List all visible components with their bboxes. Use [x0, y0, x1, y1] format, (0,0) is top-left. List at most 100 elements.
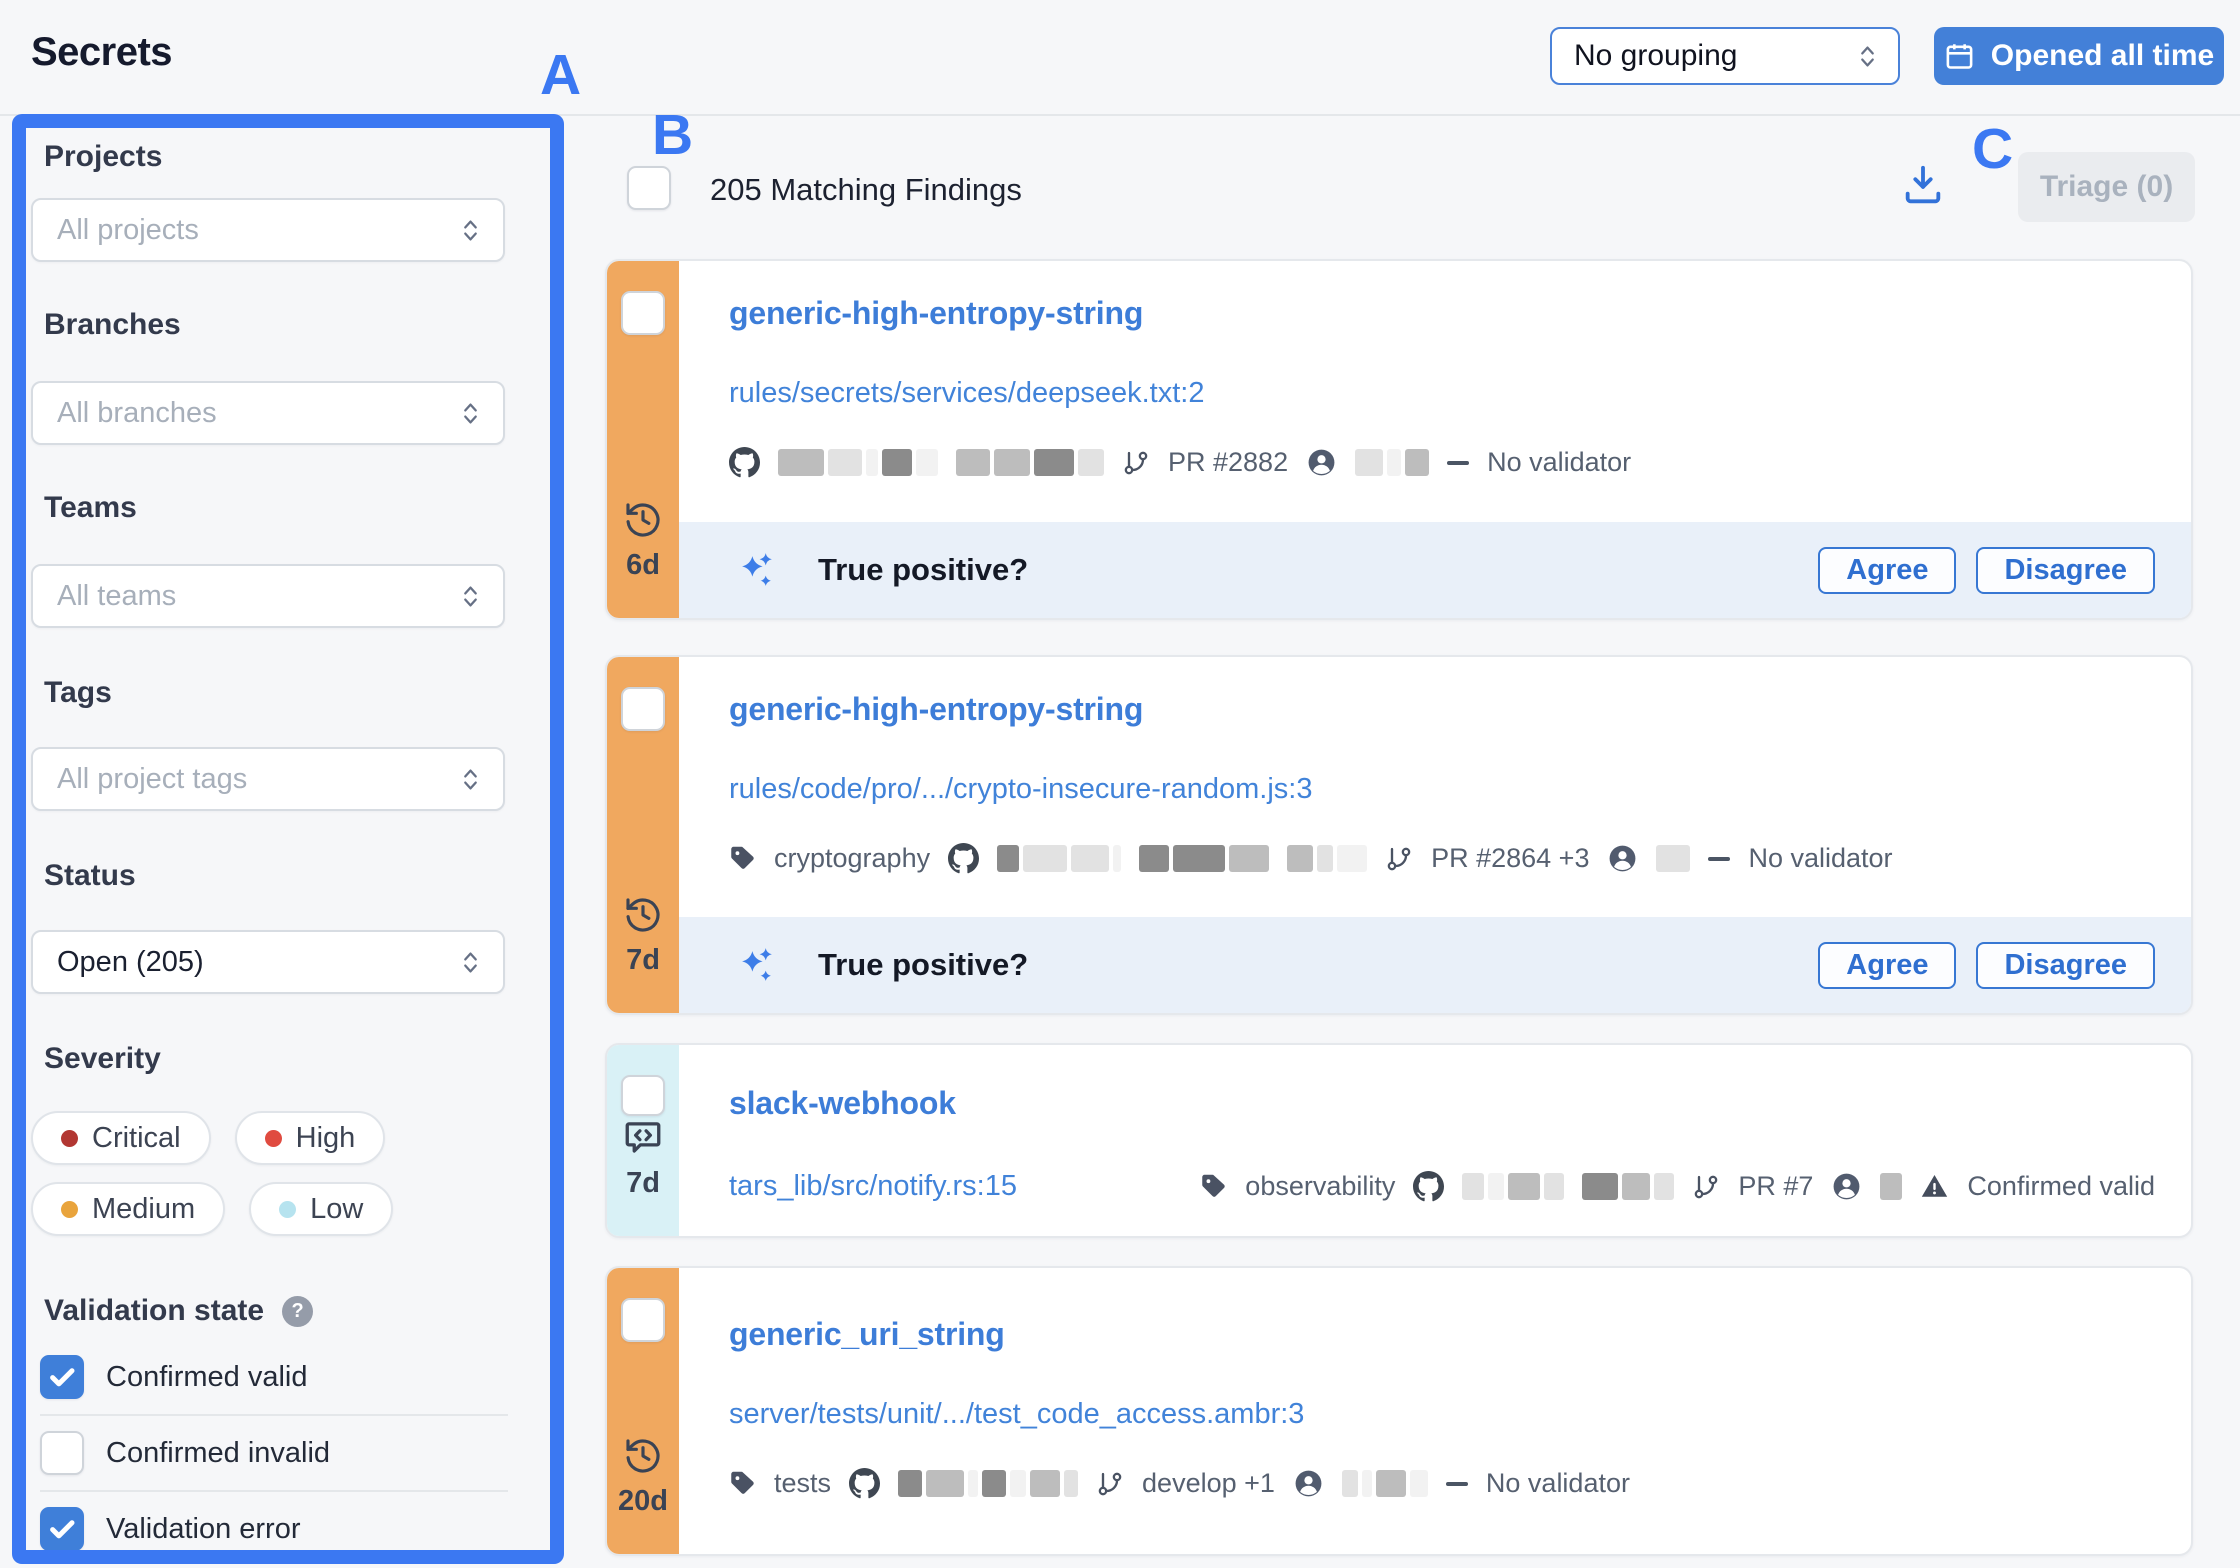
matching-findings-count: 205 Matching Findings	[710, 172, 1022, 208]
checkbox-validation-error[interactable]	[40, 1507, 84, 1551]
branch-icon	[1096, 1470, 1124, 1498]
path-and-meta-row: tars_lib/src/notify.rs:15 observabilityPR…	[729, 1170, 2155, 1203]
filter-select-status[interactable]: Open (205)	[31, 930, 505, 994]
finding-file-path-link[interactable]: rules/code/pro/.../crypto-insecure-rando…	[729, 773, 2155, 806]
filter-label-projects: Projects	[44, 140, 162, 174]
severity-pill-label: Medium	[92, 1193, 195, 1226]
opened-all-time-label: Opened all time	[1991, 39, 2214, 73]
true-positive-banner: True positive? Agree Disagree	[679, 522, 2191, 618]
severity-pill-row: Medium Low	[31, 1182, 393, 1236]
finding-title-link[interactable]: slack-webhook	[729, 1085, 2155, 1122]
filter-select-value: All projects	[57, 214, 199, 247]
filter-label-teams: Teams	[44, 491, 137, 525]
severity-pill-low[interactable]: Low	[249, 1182, 393, 1236]
finding-file-path-link[interactable]: rules/secrets/services/deepseek.txt:2	[729, 377, 2155, 410]
download-icon[interactable]	[1900, 162, 1946, 208]
finding-title-link[interactable]: generic-high-entropy-string	[729, 295, 2155, 332]
tag-icon	[729, 1470, 756, 1497]
severity-accent-bar: 7d	[607, 657, 679, 1013]
disagree-button[interactable]: Disagree	[1976, 547, 2155, 594]
tag-icon	[1200, 1173, 1227, 1200]
grouping-select[interactable]: No grouping	[1550, 27, 1900, 85]
redacted-text	[1880, 1173, 1902, 1200]
chevron-updown-icon	[1859, 44, 1876, 69]
finding-title-link[interactable]: generic_uri_string	[729, 1316, 2155, 1353]
redacted-text	[997, 845, 1121, 872]
finding-checkbox[interactable]	[621, 1075, 665, 1116]
severity-dot-high	[265, 1130, 282, 1147]
filter-select-tags[interactable]: All project tags	[31, 747, 505, 811]
findings-list: 6d generic-high-entropy-string rules/secre…	[605, 259, 2193, 1556]
finding-meta-row: testsdevelop +1No validator	[729, 1468, 2155, 1499]
finding-checkbox[interactable]	[621, 1298, 665, 1342]
validation-row-validation-error: Validation error	[40, 1490, 508, 1566]
filter-select-teams[interactable]: All teams	[31, 564, 505, 628]
validator-status-label: No validator	[1486, 1468, 1630, 1499]
severity-label: Severity	[44, 1042, 161, 1076]
redacted-text	[1342, 1470, 1428, 1497]
avatar-icon	[1831, 1171, 1862, 1202]
filter-label-tags: Tags	[44, 676, 112, 710]
validator-status-label: No validator	[1748, 843, 1892, 874]
filter-select-value: All project tags	[57, 763, 247, 796]
finding-meta-row: observabilityPR #7Confirmed valid	[1200, 1171, 2155, 1202]
github-icon	[729, 447, 760, 478]
finding-title-link[interactable]: generic-high-entropy-string	[729, 691, 2155, 728]
finding-meta-row: PR #2882No validator	[729, 447, 2155, 478]
true-positive-question: True positive?	[818, 947, 1028, 983]
redacted-text	[1462, 1173, 1564, 1200]
severity-pill-row: Critical High	[31, 1111, 385, 1165]
finding-meta-row: cryptographyPR #2864 +3No validator	[729, 843, 2155, 874]
banner-buttons: Agree Disagree	[1818, 942, 2155, 989]
severity-pill-critical[interactable]: Critical	[31, 1111, 211, 1165]
severity-accent-bar: 6d	[607, 261, 679, 618]
disagree-button[interactable]: Disagree	[1976, 942, 2155, 989]
finding-age: 7d	[623, 895, 663, 977]
filter-select-value: All branches	[57, 397, 217, 430]
avatar-icon	[1607, 843, 1638, 874]
finding-card: 7dslack-webhooktars_lib/src/notify.rs:15…	[605, 1043, 2193, 1238]
finding-checkbox[interactable]	[621, 687, 665, 731]
avatar-icon	[1306, 447, 1337, 478]
filter-label-branches: Branches	[44, 308, 181, 342]
true-positive-question: True positive?	[818, 552, 1028, 588]
severity-pill-high[interactable]: High	[235, 1111, 386, 1165]
filter-select-branches[interactable]: All branches	[31, 381, 505, 445]
help-icon[interactable]: ?	[282, 1296, 313, 1327]
finding-card: 6d generic-high-entropy-string rules/secre…	[605, 259, 2193, 620]
agree-button[interactable]: Agree	[1818, 942, 1956, 989]
severity-dot-critical	[61, 1130, 78, 1147]
finding-file-path-link[interactable]: tars_lib/src/notify.rs:15	[729, 1170, 1017, 1203]
branch-label: PR #2864 +3	[1431, 843, 1589, 874]
checkbox-confirmed-invalid[interactable]	[40, 1431, 84, 1475]
severity-dot-medium	[61, 1201, 78, 1218]
chevron-updown-icon	[462, 401, 479, 426]
no-validator-dash-icon	[1447, 461, 1469, 465]
finding-age: 6d	[623, 500, 663, 582]
agree-button[interactable]: Agree	[1818, 547, 1956, 594]
select-all-checkbox[interactable]	[627, 166, 671, 210]
redacted-text	[1355, 449, 1429, 476]
branch-icon	[1692, 1173, 1720, 1201]
severity-dot-low	[279, 1201, 296, 1218]
finding-file-path-link[interactable]: server/tests/unit/.../test_code_access.a…	[729, 1398, 2155, 1431]
checkbox-confirmed-valid[interactable]	[40, 1355, 84, 1399]
finding-checkbox[interactable]	[621, 291, 665, 335]
filter-label-status: Status	[44, 859, 136, 893]
validation-state-label: Validation state	[44, 1294, 264, 1328]
redacted-text	[898, 1470, 1078, 1497]
redacted-text	[1139, 845, 1269, 872]
history-icon	[623, 895, 663, 935]
severity-pill-label: Critical	[92, 1122, 181, 1155]
no-validator-dash-icon	[1708, 857, 1730, 861]
severity-pill-medium[interactable]: Medium	[31, 1182, 225, 1236]
header-divider	[0, 114, 2240, 116]
filter-select-projects[interactable]: All projects	[31, 198, 505, 262]
finding-age: 20d	[618, 1436, 668, 1518]
avatar-icon	[1293, 1468, 1324, 1499]
github-icon	[849, 1468, 880, 1499]
severity-pill-label: Low	[310, 1193, 363, 1226]
calendar-icon	[1944, 41, 1975, 72]
opened-all-time-button[interactable]: Opened all time	[1934, 27, 2224, 85]
triage-button[interactable]: Triage (0)	[2018, 152, 2195, 222]
